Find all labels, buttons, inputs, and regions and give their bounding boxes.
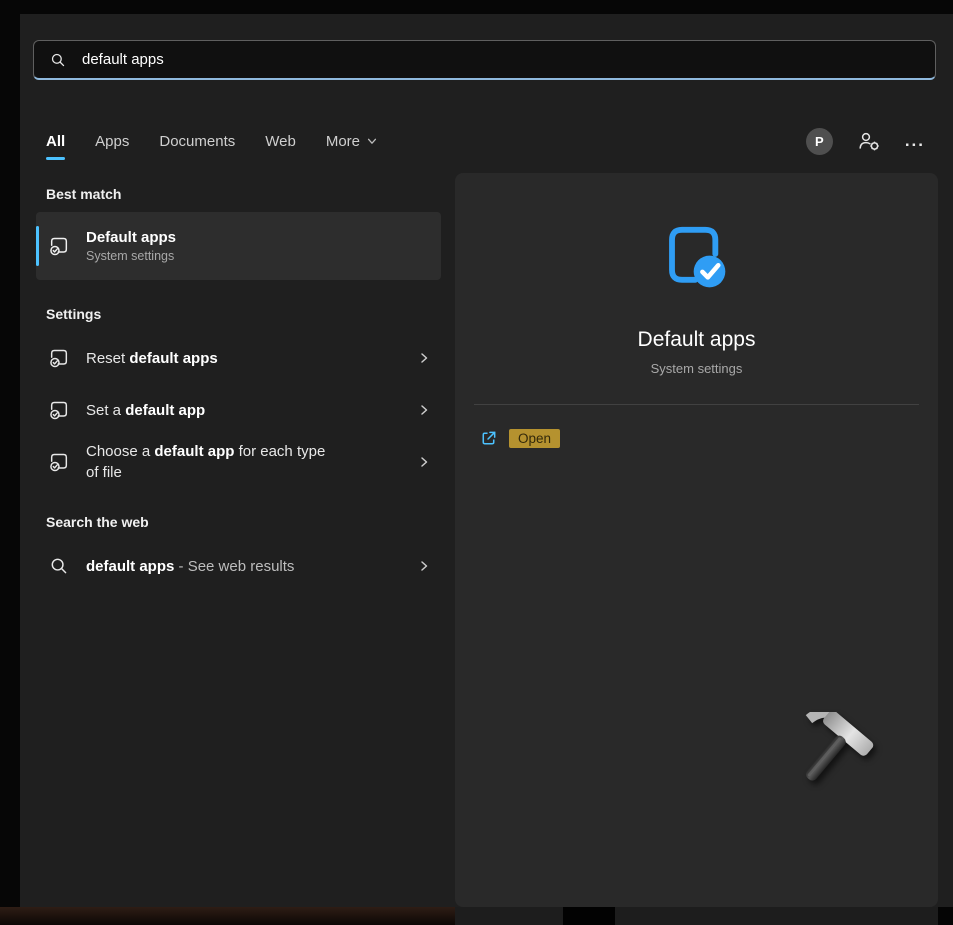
result-set-default-app[interactable]: Set a default app	[36, 384, 441, 436]
tab-web[interactable]: Web	[265, 133, 296, 150]
best-match-header: Best match	[46, 186, 441, 202]
tab-all[interactable]: All	[46, 133, 65, 150]
result-choose-default-app[interactable]: Choose a default app for each type of fi…	[36, 436, 441, 488]
avatar-letter: P	[815, 134, 824, 149]
preview-subtitle: System settings	[651, 361, 743, 376]
search-input[interactable]	[80, 50, 920, 69]
search-filter-tabs: All Apps Documents Web More	[46, 120, 925, 162]
hammer-cursor	[776, 712, 886, 817]
default-apps-icon	[48, 347, 70, 369]
preview-title: Default apps	[638, 328, 756, 352]
default-apps-icon	[48, 451, 70, 473]
result-label: Choose a default app for each type of fi…	[86, 441, 326, 483]
result-label: default apps - See web results	[86, 556, 294, 577]
result-label: Set a default app	[86, 400, 205, 421]
tab-apps-label: Apps	[95, 133, 129, 150]
tab-documents[interactable]: Documents	[159, 133, 235, 150]
open-action[interactable]: Open	[479, 429, 560, 448]
chevron-right-icon	[417, 403, 431, 417]
search-web-header: Search the web	[46, 514, 441, 530]
result-label: Reset default apps	[86, 348, 218, 369]
user-avatar[interactable]: P	[806, 128, 833, 155]
chevron-down-icon	[366, 135, 378, 147]
chevron-right-icon	[417, 455, 431, 469]
preview-panel: Default apps System settings Open	[455, 173, 938, 907]
result-default-apps[interactable]: Default apps System settings	[36, 212, 441, 280]
default-apps-icon	[48, 399, 70, 421]
desktop-wallpaper-strip	[0, 907, 455, 925]
best-match-subtitle: System settings	[86, 249, 176, 263]
tab-all-label: All	[46, 133, 65, 150]
taskbar-dark-segment	[563, 907, 615, 925]
default-apps-icon	[48, 234, 70, 258]
result-reset-default-apps[interactable]: Reset default apps	[36, 332, 441, 384]
more-options-icon[interactable]: ...	[905, 136, 925, 146]
chevron-right-icon	[417, 351, 431, 365]
search-box[interactable]	[33, 40, 936, 80]
search-options-icon[interactable]	[857, 130, 881, 152]
best-match-title: Default apps	[86, 229, 176, 246]
chevron-right-icon	[417, 559, 431, 573]
tab-more[interactable]: More	[326, 133, 378, 150]
settings-header: Settings	[46, 306, 441, 322]
topbar-icons: P ...	[806, 128, 925, 155]
result-web-search[interactable]: default apps - See web results	[36, 540, 441, 592]
default-apps-icon-large	[657, 219, 737, 304]
divider	[474, 404, 919, 405]
start-search-flyout: All Apps Documents Web More	[20, 14, 953, 907]
screen-edge	[938, 907, 953, 925]
tab-apps[interactable]: Apps	[95, 133, 129, 150]
search-icon	[48, 555, 70, 577]
open-button-label[interactable]: Open	[509, 429, 560, 448]
tab-web-label: Web	[265, 133, 296, 150]
results-column: Best match Default apps System settings …	[36, 186, 441, 592]
search-icon	[49, 51, 67, 69]
best-match-texts: Default apps System settings	[86, 229, 176, 263]
taskbar-strip	[455, 907, 938, 925]
external-link-icon	[479, 429, 498, 448]
tab-documents-label: Documents	[159, 133, 235, 150]
tab-more-label: More	[326, 133, 360, 150]
